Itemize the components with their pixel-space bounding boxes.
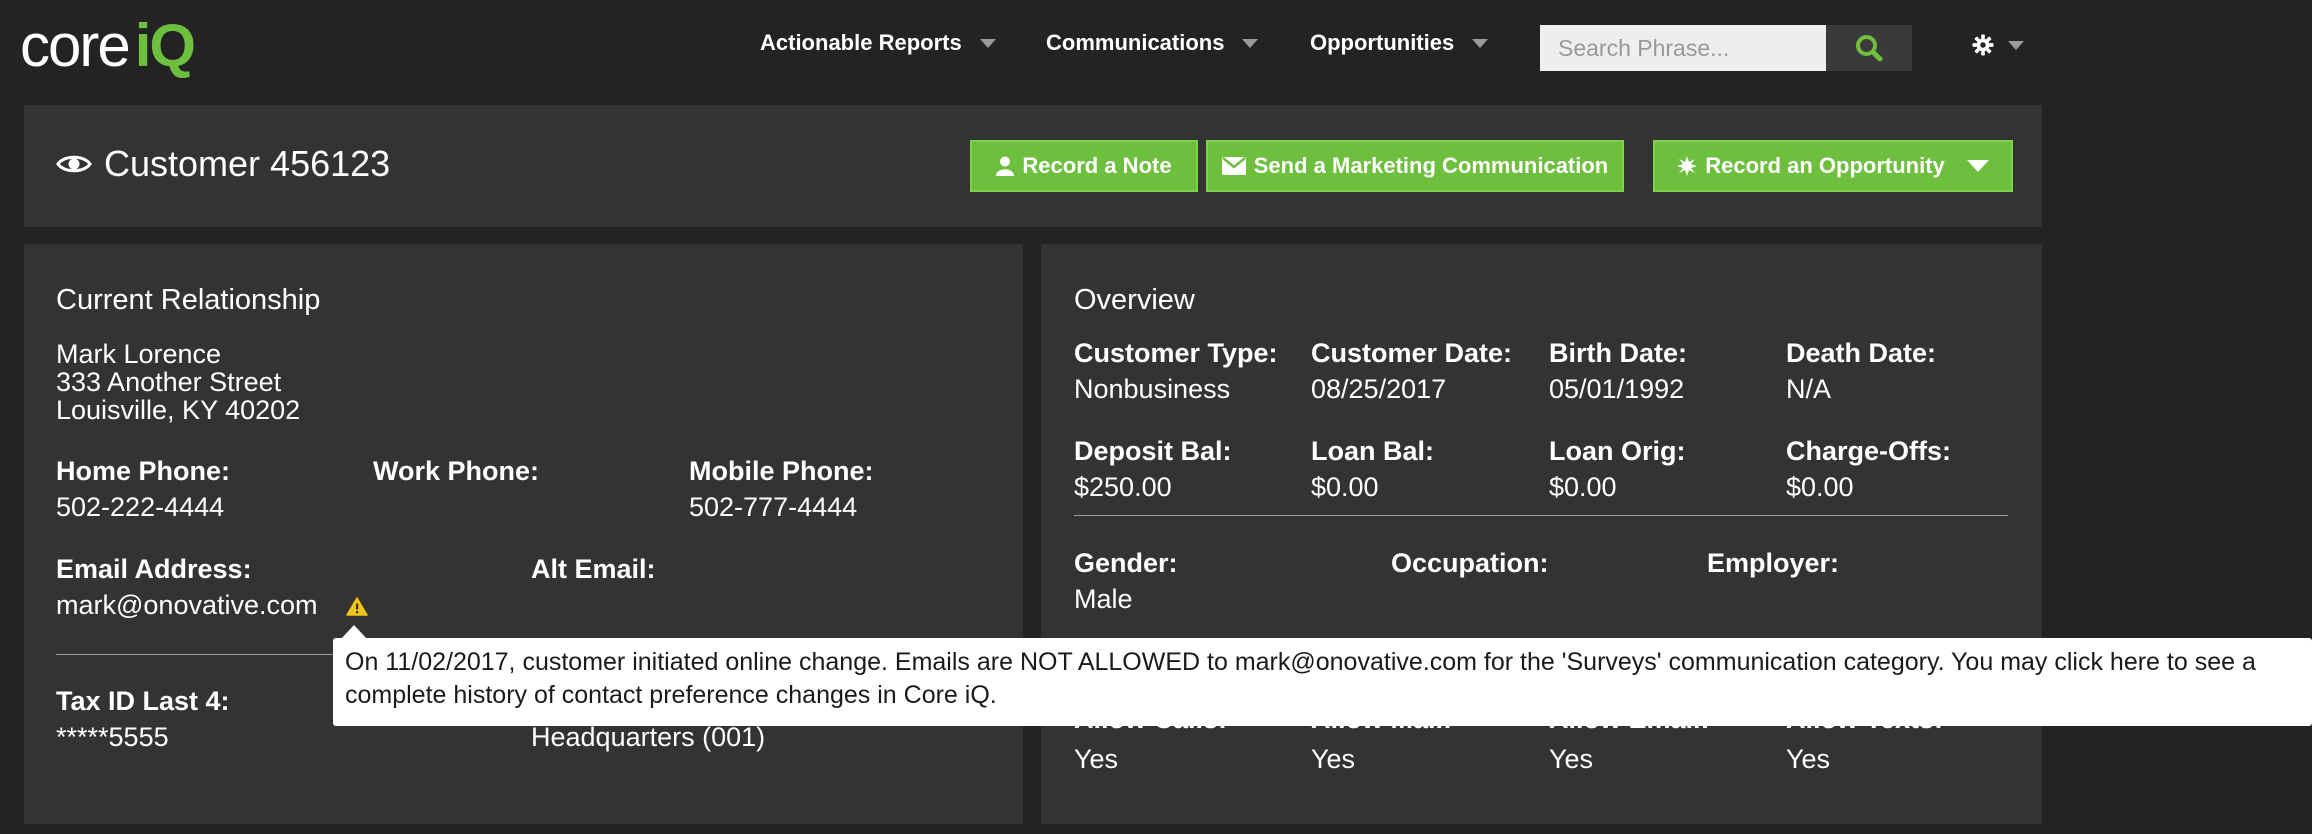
customer-date-label: Customer Date: xyxy=(1311,338,1513,368)
mobile-phone-label: Mobile Phone: xyxy=(689,456,874,486)
allow-calls-value: Yes xyxy=(1074,744,1119,774)
chevron-down-icon xyxy=(979,38,996,48)
tax-id-value: *****5555 xyxy=(56,722,169,752)
employer-label: Employer: xyxy=(1707,548,1840,578)
nav-communications[interactable]: Communications xyxy=(1046,30,1259,56)
send-marketing-communication-button[interactable]: Send a Marketing Communication xyxy=(1206,140,1624,192)
envelope-icon xyxy=(1221,157,1246,175)
allow-texts-value: Yes xyxy=(1786,744,1831,774)
gender-label: Gender: xyxy=(1074,548,1178,578)
search-input[interactable] xyxy=(1540,25,1826,71)
overview-panel: Overview Customer Type: Nonbusiness Cust… xyxy=(1041,244,2042,824)
death-date-label: Death Date: xyxy=(1786,338,1937,368)
home-phone-value: 502-222-4444 xyxy=(56,492,225,522)
nav-opportunities[interactable]: Opportunities xyxy=(1310,30,1489,56)
email-address-label: Email Address: xyxy=(56,554,252,584)
nav-opportunities-label: Opportunities xyxy=(1310,30,1455,55)
overview-title: Overview xyxy=(1074,284,1195,316)
customer-name: Mark Lorence xyxy=(56,339,222,369)
death-date-value: N/A xyxy=(1786,374,1832,404)
customer-date-value: 08/25/2017 xyxy=(1311,374,1447,404)
page-title-text: Customer 456123 xyxy=(104,143,391,184)
birth-date-value: 05/01/1992 xyxy=(1549,374,1685,404)
work-phone-label: Work Phone: xyxy=(373,456,540,486)
page-title: Customer 456123 xyxy=(56,143,390,185)
tax-id-label: Tax ID Last 4: xyxy=(56,686,230,716)
logo-iq-text: iQ xyxy=(134,12,196,79)
occupation-label: Occupation: xyxy=(1391,548,1549,578)
charge-offs-label: Charge-Offs: xyxy=(1786,436,1952,466)
burst-icon xyxy=(1677,156,1698,176)
loan-bal-label: Loan Bal: xyxy=(1311,436,1435,466)
nav-actionable-reports-label: Actionable Reports xyxy=(760,30,962,55)
search-icon xyxy=(1856,35,1883,62)
tooltip-arrow xyxy=(341,625,367,639)
home-phone-label: Home Phone: xyxy=(56,456,231,486)
email-address-value[interactable]: mark@onovative.com xyxy=(56,590,318,621)
loan-orig-label: Loan Orig: xyxy=(1549,436,1686,466)
chevron-down-icon xyxy=(1966,160,1989,172)
branch-value: Headquarters (001) xyxy=(531,722,766,752)
deposit-bal-label: Deposit Bal: xyxy=(1074,436,1232,466)
logo-core-text: core xyxy=(20,12,131,79)
customer-type-label: Customer Type: xyxy=(1074,338,1278,368)
chevron-down-icon xyxy=(2008,40,2024,50)
current-relationship-title: Current Relationship xyxy=(56,284,321,316)
top-navbar: core iQ Actionable Reports Communications… xyxy=(0,0,2312,100)
birth-date-label: Birth Date: xyxy=(1549,338,1688,368)
record-opportunity-button[interactable]: Record an Opportunity xyxy=(1653,140,2013,192)
allow-email-value: Yes xyxy=(1549,744,1594,774)
customer-header: Customer 456123 Record a Note Send a Mar… xyxy=(24,105,2042,227)
deposit-bal-value: $250.00 xyxy=(1074,472,1172,502)
loan-orig-value: $0.00 xyxy=(1549,472,1617,502)
nav-actionable-reports[interactable]: Actionable Reports xyxy=(760,30,996,56)
record-opportunity-label: Record an Opportunity xyxy=(1705,153,1945,178)
allow-mail-value: Yes xyxy=(1311,744,1356,774)
record-note-label: Record a Note xyxy=(1022,153,1172,178)
current-relationship-panel: Current Relationship Mark Lorence 333 An… xyxy=(24,244,1023,824)
loan-bal-value: $0.00 xyxy=(1311,472,1379,502)
customer-street: 333 Another Street xyxy=(56,367,282,397)
customer-type-value: Nonbusiness xyxy=(1074,374,1231,404)
gender-value: Male xyxy=(1074,584,1133,614)
customer-city: Louisville, KY 40202 xyxy=(56,395,301,425)
record-note-button[interactable]: Record a Note xyxy=(970,140,1198,192)
warning-icon[interactable] xyxy=(346,597,368,621)
search-button[interactable] xyxy=(1826,25,1912,71)
settings-menu[interactable] xyxy=(1972,34,2024,56)
send-marketing-communication-label: Send a Marketing Communication xyxy=(1253,153,1609,178)
chevron-down-icon xyxy=(1472,38,1489,48)
alt-email-label: Alt Email: xyxy=(531,554,656,584)
mobile-phone-value: 502-777-4444 xyxy=(689,492,858,522)
divider xyxy=(1074,515,2008,516)
charge-offs-value: $0.00 xyxy=(1786,472,1854,502)
core-iq-logo[interactable]: core iQ xyxy=(20,12,196,79)
nav-communications-label: Communications xyxy=(1046,30,1225,55)
eye-icon xyxy=(56,155,92,173)
chevron-down-icon xyxy=(1242,38,1259,48)
user-icon xyxy=(996,156,1015,176)
gear-icon xyxy=(1972,34,1994,56)
contact-preference-tooltip[interactable]: On 11/02/2017, customer initiated online… xyxy=(333,638,2312,726)
